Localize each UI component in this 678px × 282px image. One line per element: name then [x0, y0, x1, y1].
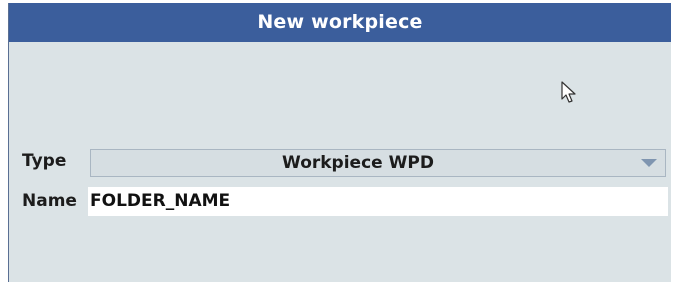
mouse-pointer-icon — [560, 81, 580, 105]
chevron-down-icon[interactable] — [641, 159, 657, 167]
type-select[interactable]: Workpiece WPD — [90, 149, 666, 177]
new-workpiece-dialog: New workpiece Type Workpiece WPD Name FO… — [8, 3, 671, 282]
name-field[interactable]: FOLDER_NAME — [88, 187, 668, 216]
dialog-title: New workpiece — [9, 3, 671, 42]
name-label: Name — [22, 191, 77, 211]
type-select-value: Workpiece WPD — [282, 153, 434, 173]
type-label: Type — [22, 151, 67, 171]
